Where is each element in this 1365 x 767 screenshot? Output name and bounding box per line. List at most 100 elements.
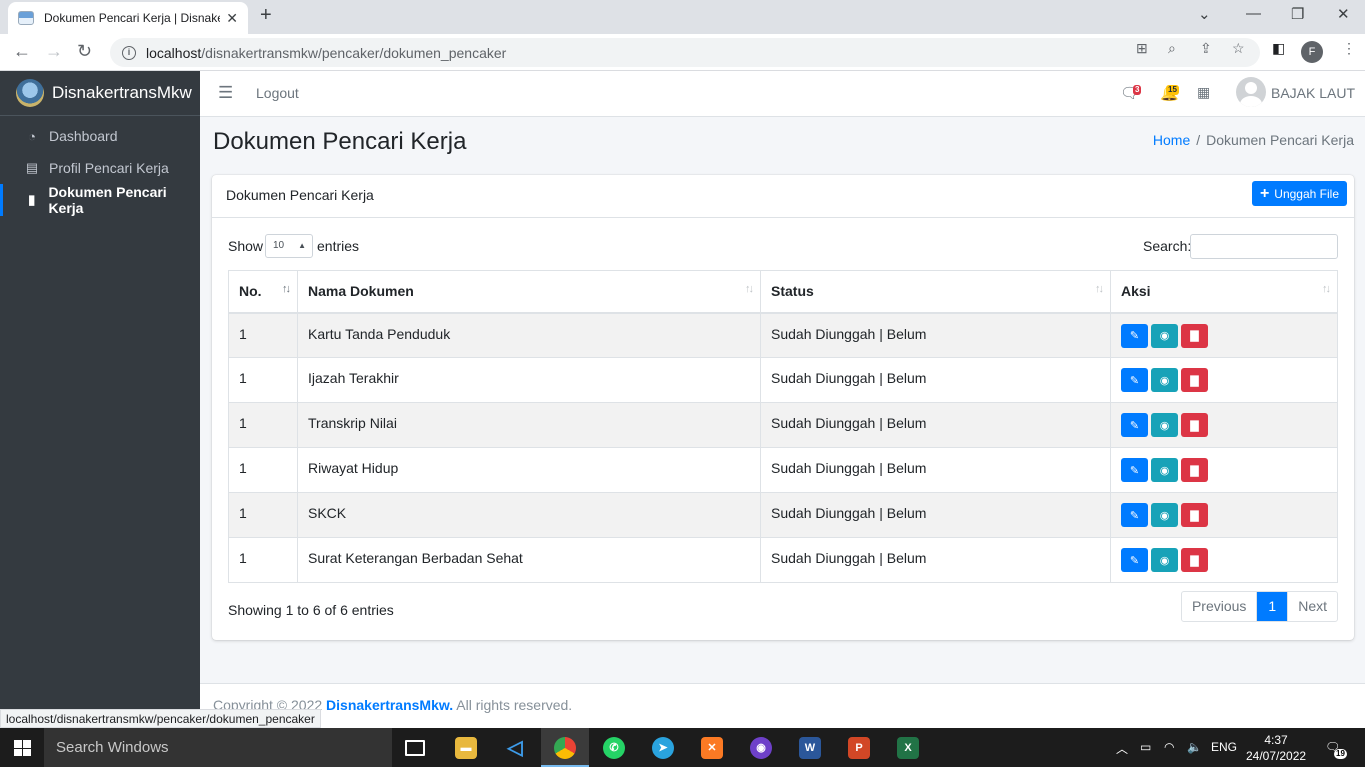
minimize-icon[interactable]: — — [1246, 5, 1261, 22]
cell-no: 1 — [228, 357, 298, 403]
profile-avatar[interactable]: F — [1301, 41, 1323, 63]
edit-button[interactable]: ✎ — [1121, 368, 1148, 392]
battery-icon[interactable]: ▭ — [1140, 740, 1151, 754]
sidebar-item-dashboard[interactable]: ◔ Dashboard — [0, 120, 200, 152]
delete-button[interactable]: ▇ — [1181, 413, 1208, 437]
column-header-aksi[interactable]: Aksi ↑↓ — [1110, 270, 1338, 314]
menu-dots-icon[interactable]: ⋮ — [1342, 40, 1356, 57]
taskbar-clock[interactable]: 4:37 24/07/2022 — [1246, 732, 1306, 764]
logout-link[interactable]: Logout — [256, 85, 299, 101]
grid-apps-icon[interactable]: ▦ — [1197, 84, 1210, 101]
sort-icon: ↑↓ — [1322, 283, 1331, 295]
tab-search-icon[interactable]: ⌄ — [1198, 5, 1211, 23]
sidebar-item-profil[interactable]: ▤ Profil Pencari Kerja — [0, 152, 200, 184]
translate-icon[interactable]: ⊞ — [1136, 40, 1148, 57]
hamburger-menu-icon[interactable]: ☰ — [218, 83, 233, 103]
column-header-nama[interactable]: Nama Dokumen ↑↓ — [297, 270, 761, 314]
delete-button[interactable]: ▇ — [1181, 458, 1208, 482]
cell-status: Sudah Diunggah | Belum — [760, 402, 1111, 448]
delete-button[interactable]: ▇ — [1181, 368, 1208, 392]
task-view-icon[interactable] — [405, 740, 425, 756]
new-tab-icon[interactable]: + — [260, 4, 272, 27]
entries-label: entries — [317, 238, 360, 254]
delete-button[interactable]: ▇ — [1181, 548, 1208, 572]
url-input[interactable]: i localhost/disnakertransmkw/pencaker/do… — [110, 38, 1260, 67]
edit-icon: ✎ — [1129, 330, 1140, 342]
cell-actions: ✎ ◉ ▇ — [1110, 537, 1338, 583]
bookmark-star-icon[interactable]: ☆ — [1232, 40, 1245, 57]
view-button[interactable]: ◉ — [1151, 323, 1178, 348]
close-window-icon[interactable]: ✕ — [1337, 5, 1350, 23]
word-icon[interactable]: W — [799, 737, 821, 759]
excel-icon[interactable]: X — [897, 737, 919, 759]
wifi-icon[interactable]: ◠ — [1164, 740, 1174, 754]
table-row: 1 SKCK Sudah Diunggah | Belum ✎ ◉ ▇ — [228, 492, 1338, 538]
page-1-button[interactable]: 1 — [1256, 592, 1289, 621]
reload-icon[interactable]: ↻ — [77, 41, 92, 62]
table-row: 1 Surat Keterangan Berbadan Sehat Sudah Di… — [228, 537, 1338, 583]
brand-link[interactable]: DisnakertransMkw — [0, 71, 200, 116]
powerpoint-icon[interactable]: P — [848, 737, 870, 759]
footer-brand-link[interactable]: DisnakertransMkw. — [326, 697, 453, 713]
upload-file-button[interactable]: + Unggah File — [1251, 181, 1347, 206]
file-explorer-icon[interactable]: ▬ — [455, 737, 477, 759]
edit-button[interactable]: ✎ — [1121, 458, 1148, 482]
view-button[interactable]: ◉ — [1151, 413, 1178, 437]
cell-document-name: SKCK — [297, 492, 761, 538]
share-icon[interactable]: ⇪ — [1200, 40, 1212, 57]
favicon-icon — [18, 11, 34, 25]
entries-per-page-select[interactable]: 10 ▲ — [265, 234, 313, 258]
tray-chevron-icon[interactable]: ︿ — [1116, 740, 1128, 757]
column-header-no[interactable]: No. ↑↓ — [228, 270, 298, 314]
entries-value: 10 — [273, 240, 285, 251]
breadcrumb: Home / Dokumen Pencari Kerja — [1153, 132, 1354, 148]
volume-icon[interactable]: 🔈 — [1187, 740, 1202, 754]
edit-button[interactable]: ✎ — [1121, 503, 1148, 527]
edit-button[interactable]: ✎ — [1121, 413, 1148, 437]
language-indicator[interactable]: ENG — [1211, 740, 1237, 754]
cell-document-name: Kartu Tanda Penduduk — [297, 312, 761, 358]
tab-title: Dokumen Pencari Kerja | Disnake — [44, 11, 221, 25]
taskbar-search-input[interactable]: Search Windows — [44, 728, 392, 767]
whatsapp-icon[interactable]: ✆ — [603, 737, 625, 759]
close-tab-icon[interactable]: ✕ — [226, 10, 238, 27]
previous-page-button[interactable]: Previous — [1182, 592, 1256, 621]
clock-time: 4:37 — [1264, 733, 1288, 747]
restore-icon[interactable]: ❐ — [1291, 5, 1304, 23]
forward-icon[interactable]: → — [45, 41, 63, 62]
edit-icon: ✎ — [1129, 554, 1140, 567]
view-button[interactable]: ◉ — [1151, 548, 1178, 572]
user-avatar[interactable] — [1236, 77, 1266, 107]
user-name[interactable]: BAJAK LAUT — [1271, 85, 1355, 101]
breadcrumb-home-link[interactable]: Home — [1153, 132, 1190, 148]
search-input[interactable] — [1190, 234, 1338, 259]
next-page-button[interactable]: Next — [1288, 592, 1337, 621]
view-button[interactable]: ◉ — [1151, 503, 1178, 527]
zoom-icon[interactable]: ⌕ — [1168, 40, 1176, 57]
delete-button[interactable]: ▇ — [1181, 503, 1208, 527]
side-panel-icon[interactable]: ◧ — [1272, 40, 1285, 57]
windows-start-icon[interactable] — [14, 740, 31, 756]
edit-button[interactable]: ✎ — [1121, 323, 1148, 348]
cell-document-name: Riwayat Hidup — [297, 447, 761, 493]
view-button[interactable]: ◉ — [1151, 368, 1178, 392]
xampp-icon[interactable]: ✕ — [701, 737, 723, 759]
telegram-icon[interactable]: ➤ — [652, 737, 674, 759]
view-button[interactable]: ◉ — [1151, 458, 1178, 482]
sidebar-item-dokumen[interactable]: ▮ Dokumen Pencari Kerja — [0, 184, 200, 216]
github-desktop-icon[interactable]: ◉ — [750, 737, 772, 759]
cell-no: 1 — [228, 402, 298, 448]
windows-taskbar: Search Windows ▬ ◁ ✆ ➤ ✕ ◉ W P X ︿ ▭ ◠ 🔈… — [0, 728, 1365, 767]
back-icon[interactable]: ← — [13, 41, 31, 62]
chrome-icon[interactable] — [554, 737, 576, 759]
column-header-status[interactable]: Status ↑↓ — [760, 270, 1111, 314]
edit-icon: ✎ — [1129, 509, 1140, 522]
browser-tab[interactable]: Dokumen Pencari Kerja | Disnake ✕ — [8, 2, 248, 34]
pagination: Previous 1 Next — [1180, 591, 1338, 622]
edit-button[interactable]: ✎ — [1121, 548, 1148, 572]
cell-no: 1 — [228, 537, 298, 583]
clock-date: 24/07/2022 — [1246, 749, 1307, 763]
site-info-icon[interactable]: i — [122, 45, 136, 60]
vscode-icon[interactable]: ◁ — [504, 737, 526, 759]
delete-button[interactable]: ▇ — [1181, 323, 1208, 348]
